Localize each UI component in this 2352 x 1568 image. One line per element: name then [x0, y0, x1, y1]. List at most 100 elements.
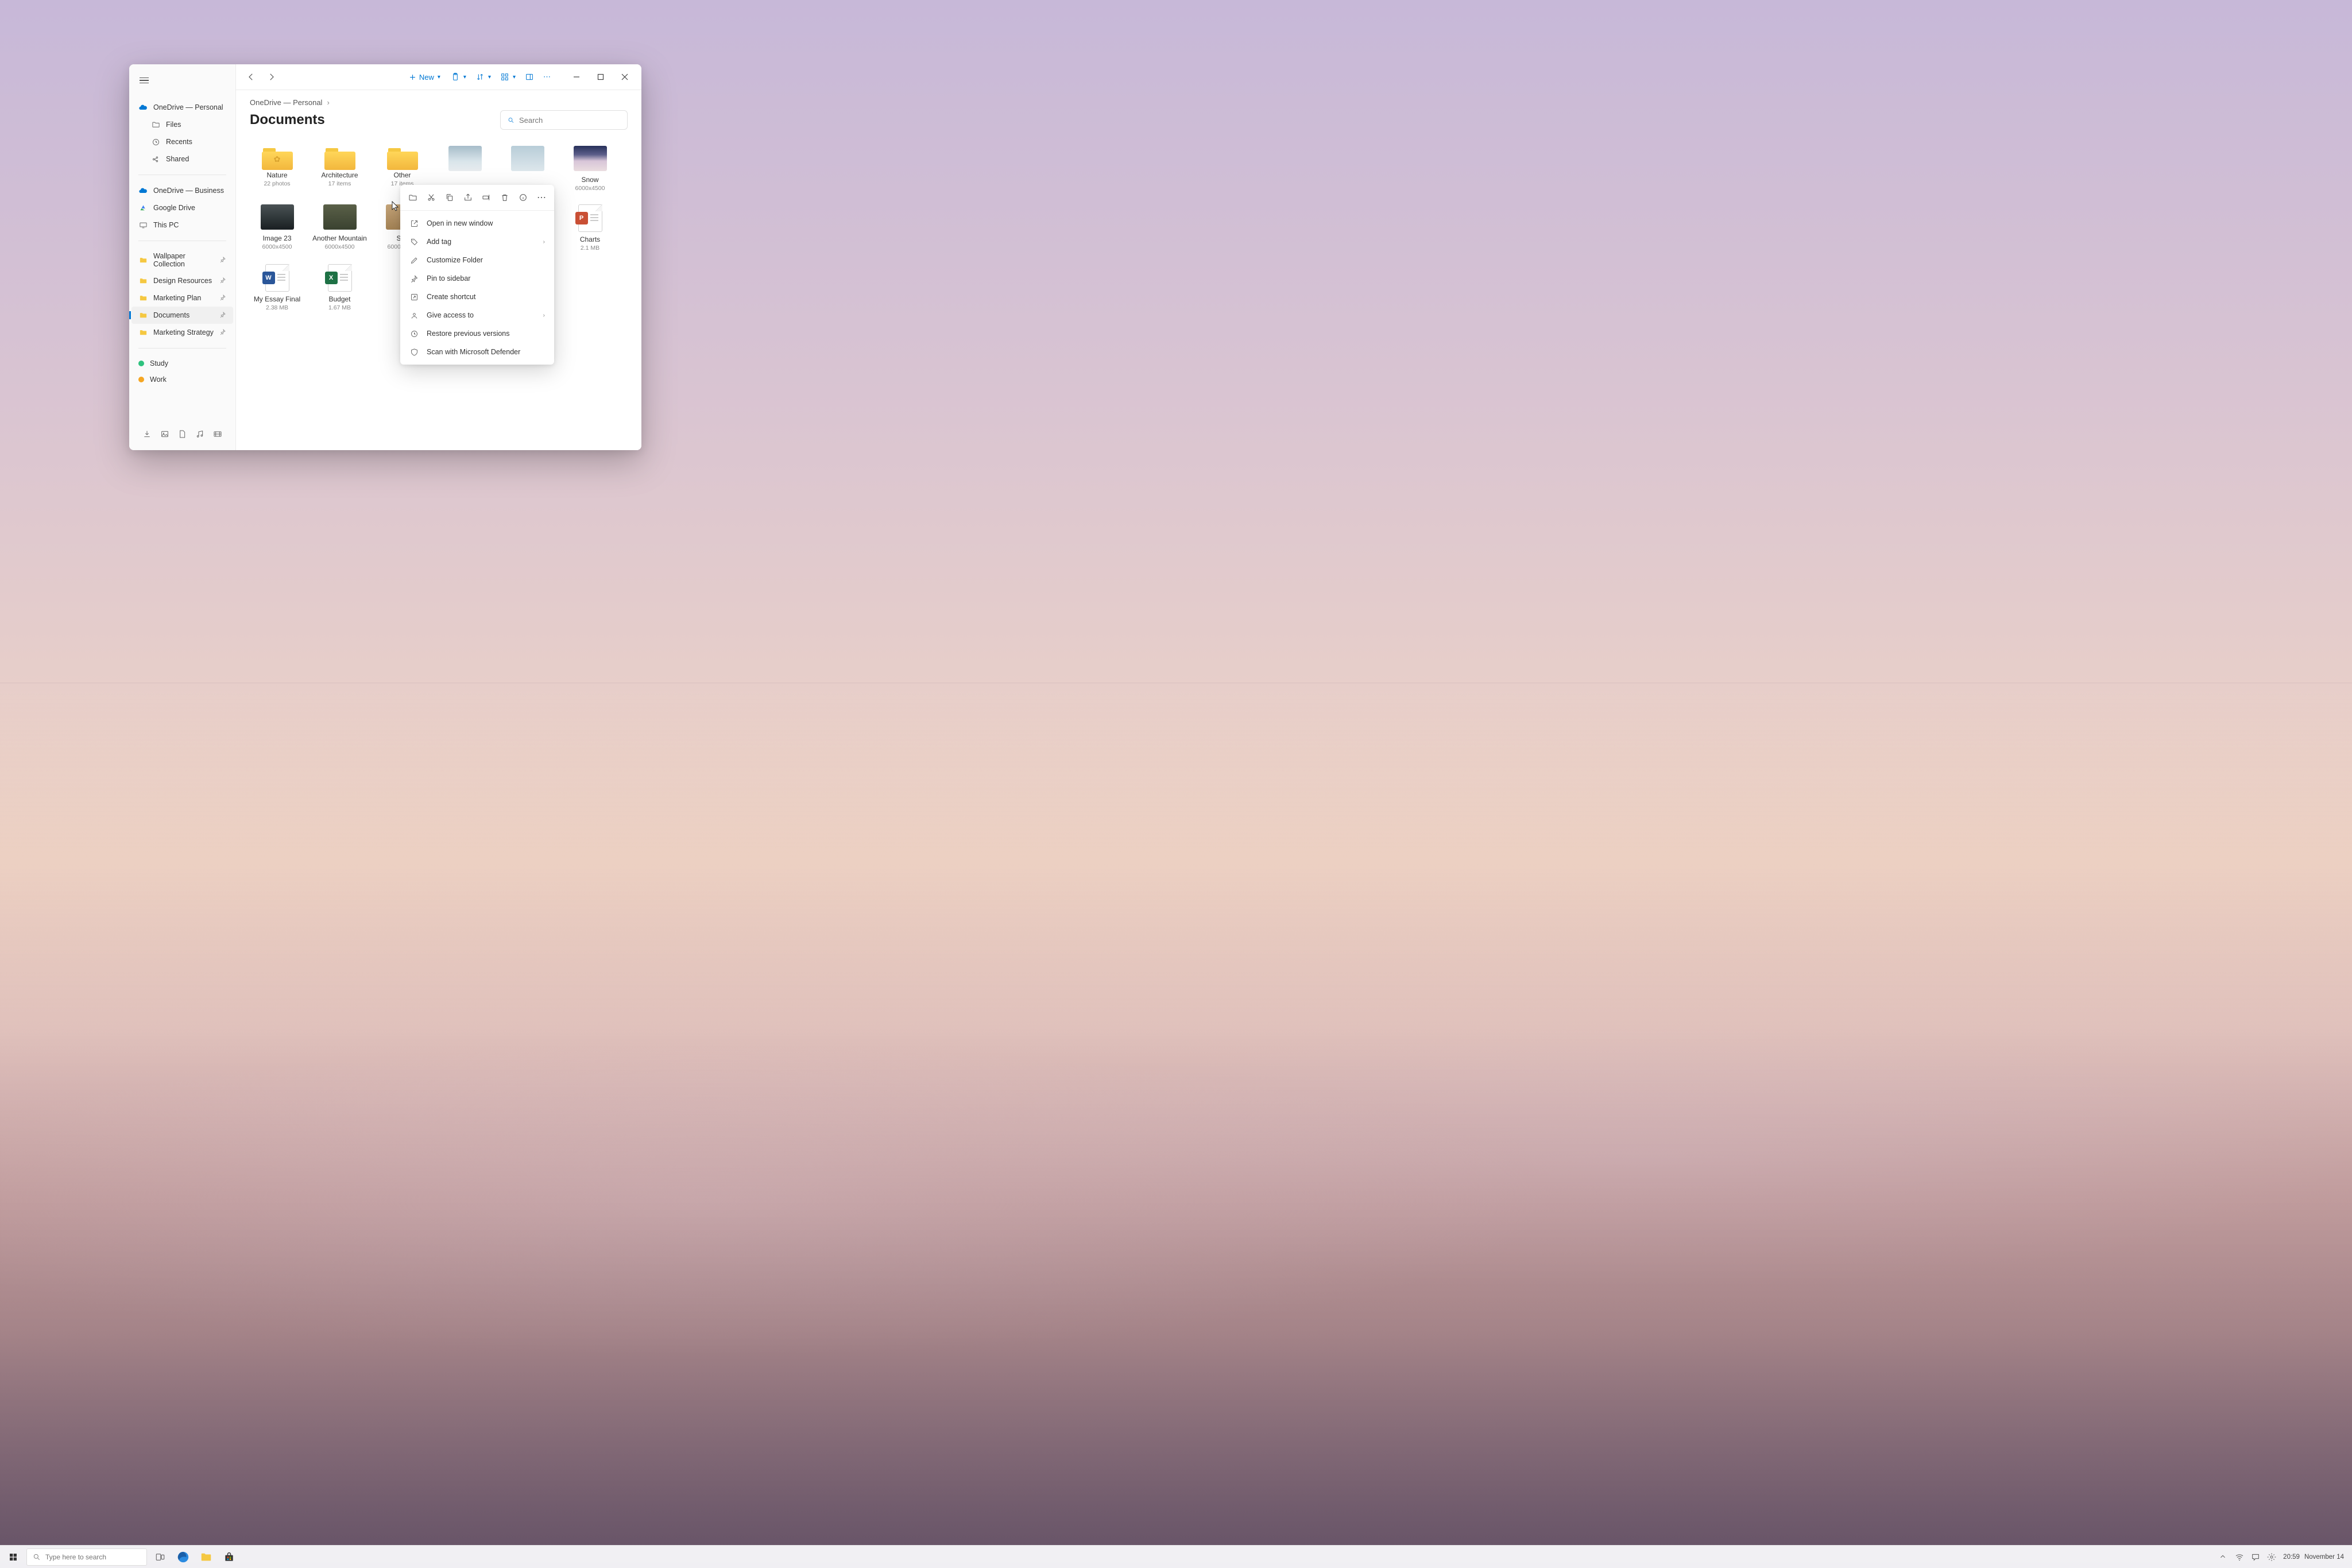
- ctx-create-shortcut[interactable]: Create shortcut: [400, 288, 554, 306]
- item-meta: 6000x4500: [325, 243, 355, 250]
- ctx-scan-defender[interactable]: Scan with Microsoft Defender: [400, 343, 554, 361]
- item-image-another-mountain[interactable]: Another Mountain 6000x4500: [312, 204, 367, 251]
- item-name: Other: [393, 171, 411, 179]
- close-button[interactable]: [615, 68, 635, 86]
- ctx-pin-to-sidebar[interactable]: Pin to sidebar: [400, 269, 554, 288]
- tray-chevron-up-icon[interactable]: [2219, 1552, 2228, 1562]
- ctx-add-tag[interactable]: Add tag ›: [400, 233, 554, 251]
- minimize-button[interactable]: [567, 68, 586, 86]
- breadcrumb[interactable]: OneDrive — Personal ›: [250, 98, 628, 107]
- search-input[interactable]: [519, 116, 620, 125]
- sidebar-pin-documents[interactable]: Documents: [131, 307, 233, 324]
- ctx-share-button[interactable]: [460, 189, 476, 206]
- chevron-right-icon: ›: [543, 312, 545, 319]
- sidebar: OneDrive — Personal Files Recents Shared: [129, 64, 236, 450]
- tray-wifi-icon[interactable]: [2235, 1552, 2244, 1562]
- sidebar-item-label: OneDrive — Personal: [153, 103, 223, 111]
- ctx-copy-button[interactable]: [442, 189, 458, 206]
- tray-notifications-icon[interactable]: [2251, 1552, 2260, 1562]
- cloud-icon: [138, 103, 148, 112]
- taskbar-edge-icon[interactable]: [173, 1547, 193, 1567]
- tray-settings-icon[interactable]: [2267, 1552, 2276, 1562]
- sidebar-onedrive-business[interactable]: OneDrive — Business: [131, 182, 233, 199]
- ctx-item-label: Create shortcut: [427, 293, 475, 301]
- toolbar-preview-pane-button[interactable]: [523, 68, 536, 86]
- hamburger-button[interactable]: [136, 72, 152, 88]
- start-button[interactable]: [3, 1547, 23, 1567]
- image-thumbnail: [574, 146, 607, 171]
- ctx-give-access-to[interactable]: Give access to ›: [400, 306, 554, 324]
- sidebar-pin[interactable]: Marketing Strategy: [131, 324, 233, 341]
- more-icon: ⋯: [537, 192, 546, 203]
- share-icon: [151, 154, 160, 164]
- ctx-cut-button[interactable]: [423, 189, 439, 206]
- sidebar-google-drive[interactable]: Google Drive: [131, 199, 233, 216]
- item-name: Image 23: [262, 234, 291, 242]
- sidebar-item-shared[interactable]: Shared: [131, 150, 233, 168]
- sidebar-item-label: Study: [150, 359, 168, 367]
- toolbar-view-button[interactable]: ▾: [498, 68, 518, 86]
- toolbar-paste-button[interactable]: ▾: [448, 68, 469, 86]
- item-folder-architecture[interactable]: Architecture 17 items: [312, 146, 367, 192]
- back-button[interactable]: [243, 69, 259, 85]
- ctx-customize-folder[interactable]: Customize Folder: [400, 251, 554, 269]
- tag-dot-icon: [138, 361, 144, 366]
- sidebar-tag-work[interactable]: Work: [131, 371, 233, 388]
- taskbar-clock[interactable]: 20:59 November 14: [2283, 1554, 2344, 1561]
- sidebar-tag-study[interactable]: Study: [131, 355, 233, 371]
- item-image-snow[interactable]: Snow 6000x4500: [563, 146, 617, 192]
- pencil-icon: [409, 255, 419, 265]
- taskbar-date: November 14: [2304, 1554, 2344, 1561]
- toolbar-more-button[interactable]: ⋯: [541, 68, 553, 86]
- videos-icon[interactable]: [213, 429, 222, 439]
- item-folder-nature[interactable]: ✿ Nature 22 photos: [250, 146, 304, 192]
- pin-icon: [219, 311, 226, 320]
- downloads-icon[interactable]: [142, 429, 152, 439]
- tag-dot-icon: [138, 377, 144, 382]
- forward-button[interactable]: [264, 69, 280, 85]
- sidebar-pin[interactable]: Marketing Plan: [131, 289, 233, 307]
- item-file-essay[interactable]: W My Essay Final 2.38 MB: [250, 264, 304, 311]
- ctx-more-button[interactable]: ⋯: [533, 189, 550, 206]
- ctx-open-new-window[interactable]: Open in new window: [400, 214, 554, 233]
- sidebar-item-recents[interactable]: Recents: [131, 133, 233, 150]
- taskbar-store-icon[interactable]: [219, 1547, 239, 1567]
- toolbar-sort-button[interactable]: ▾: [473, 68, 493, 86]
- pictures-icon[interactable]: [160, 429, 169, 439]
- maximize-button[interactable]: [591, 68, 610, 86]
- taskbar-file-explorer-icon[interactable]: [196, 1547, 216, 1567]
- item-name: My Essay Final: [254, 295, 300, 303]
- toolbar-new-button[interactable]: New ▾: [405, 68, 444, 86]
- sidebar-item-files[interactable]: Files: [131, 116, 233, 133]
- ctx-restore-versions[interactable]: Restore previous versions: [400, 324, 554, 343]
- item-image-23[interactable]: Image 23 6000x4500: [250, 204, 304, 251]
- sidebar-item-label: Shared: [166, 155, 189, 163]
- chevron-down-icon: ▾: [513, 74, 516, 80]
- ctx-open-button[interactable]: [405, 189, 421, 206]
- divider: [138, 348, 226, 349]
- taskbar-search-box[interactable]: [26, 1548, 147, 1566]
- item-file-charts[interactable]: P Charts 2.1 MB: [563, 204, 617, 251]
- folder-icon: [138, 328, 148, 337]
- folder-icon: [138, 276, 148, 285]
- sidebar-item-label: Marketing Plan: [153, 294, 201, 302]
- ctx-delete-button[interactable]: [497, 189, 513, 206]
- sidebar-item-label: Files: [166, 121, 181, 129]
- sidebar-pin[interactable]: Wallpaper Collection: [131, 248, 233, 272]
- sidebar-this-pc[interactable]: This PC: [131, 216, 233, 234]
- sidebar-onedrive-personal[interactable]: OneDrive — Personal: [131, 99, 233, 116]
- monitor-icon: [138, 220, 148, 230]
- ctx-item-label: Restore previous versions: [427, 330, 510, 338]
- item-file-budget[interactable]: X Budget 1.67 MB: [312, 264, 367, 311]
- ctx-properties-button[interactable]: [515, 189, 531, 206]
- search-icon: [33, 1553, 41, 1561]
- task-view-button[interactable]: [150, 1547, 170, 1567]
- documents-icon[interactable]: [177, 429, 187, 439]
- image-thumbnail: [261, 204, 294, 230]
- taskbar-search-input[interactable]: [45, 1553, 141, 1561]
- music-icon[interactable]: [195, 429, 204, 439]
- ctx-rename-button[interactable]: [478, 189, 494, 206]
- sidebar-item-label: Recents: [166, 138, 192, 146]
- sidebar-pin[interactable]: Design Resources: [131, 272, 233, 289]
- search-box[interactable]: [500, 110, 628, 130]
